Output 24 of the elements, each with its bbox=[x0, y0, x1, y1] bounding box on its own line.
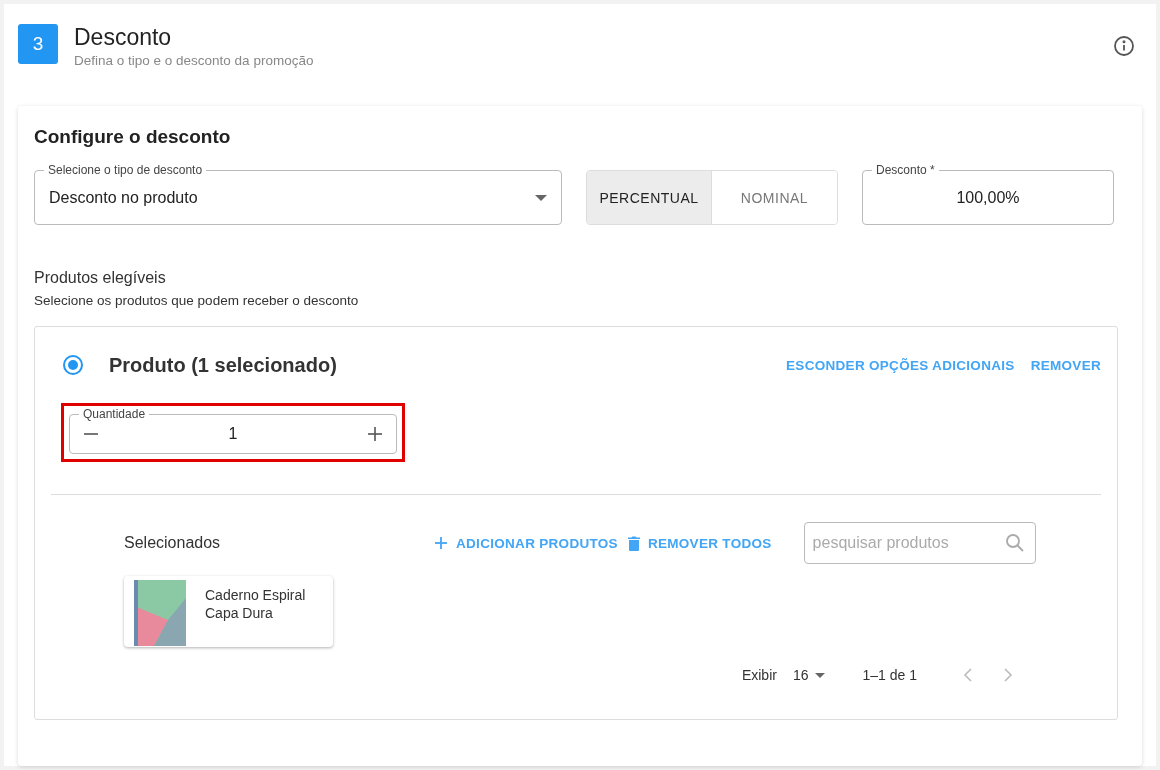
search-field[interactable]: pesquisar produtos bbox=[803, 522, 1036, 564]
eligible-subtitle: Selecione os produtos que podem receber o desconto bbox=[34, 293, 360, 308]
mode-toggle-button[interactable]: PERCENTUAL bbox=[587, 171, 712, 224]
selected-title: Selecionados bbox=[124, 534, 222, 552]
step-number: 3 bbox=[18, 24, 58, 64]
option-label: Produto (1 selecionado) bbox=[109, 353, 338, 377]
caret-icon bbox=[535, 194, 547, 201]
caret-icon bbox=[814, 672, 825, 678]
photo-placeholder bbox=[134, 580, 186, 646]
product-card[interactable]: Caderno Espiral Capa Dura bbox=[124, 576, 333, 647]
show-label: Exibir bbox=[741, 667, 777, 683]
per-page-select[interactable]: 16 bbox=[792, 667, 825, 683]
eligible-title: Produtos elegíveis bbox=[34, 269, 167, 287]
step-subtitle: Defina o tipo e o desconto da promoção bbox=[74, 53, 315, 68]
search-icon bbox=[1004, 533, 1025, 553]
trash-icon bbox=[627, 535, 640, 551]
plus-icon[interactable] bbox=[366, 425, 384, 443]
product-name: Caderno Espiral Capa Dura bbox=[205, 586, 307, 622]
plus-icon bbox=[434, 536, 448, 550]
section-title: Configure o desconto bbox=[34, 126, 232, 148]
radio-button[interactable] bbox=[63, 355, 83, 375]
step-title: Desconto bbox=[74, 24, 173, 50]
page-range: 1–1 de 1 bbox=[862, 667, 917, 683]
info-icon[interactable] bbox=[1112, 34, 1136, 58]
